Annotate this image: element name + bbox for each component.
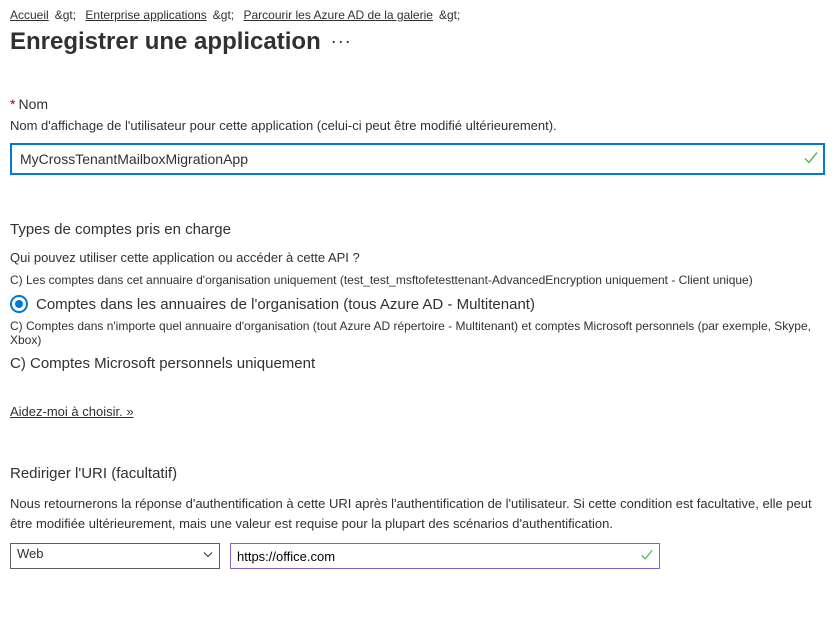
redirect-uri-input[interactable] [230,543,660,569]
redirect-uri-description: Nous retournerons la réponse d'authentif… [10,494,825,533]
breadcrumb-sep: &gt; [439,8,460,22]
name-label: *Nom [10,96,825,112]
page-title: Enregistrer une application [10,28,321,56]
account-types-question: Qui pouvez utiliser cette application ou… [10,250,825,265]
breadcrumb: Accueil&gt; Enterprise applications&gt; … [10,8,825,22]
name-description: Nom d'affichage de l'utilisateur pour ce… [10,118,825,133]
platform-select[interactable]: Web [10,543,220,569]
radio-selected-icon [10,295,28,313]
app-name-input[interactable] [10,143,825,175]
breadcrumb-home[interactable]: Accueil [10,8,49,22]
account-types-section: Types de comptes pris en charge Qui pouv… [10,221,825,419]
account-type-option-label: Comptes dans les annuaires de l'organisa… [36,296,535,313]
help-me-choose-link[interactable]: Aidez-moi à choisir. » [10,404,134,419]
redirect-uri-section: Rediriger l'URI (facultatif) Nous retour… [10,465,825,569]
more-menu-icon[interactable]: ··· [331,31,352,52]
breadcrumb-browse-gallery[interactable]: Parcourir les Azure AD de la galerie [244,8,433,22]
breadcrumb-sep: &gt; [55,8,76,22]
account-type-option-single-tenant[interactable]: C) Les comptes dans cet annuaire d'organ… [10,273,825,287]
breadcrumb-enterprise-apps[interactable]: Enterprise applications [85,8,206,22]
name-label-text: Nom [18,96,48,112]
account-type-option-multitenant[interactable]: Comptes dans les annuaires de l'organisa… [10,295,825,313]
account-types-heading: Types de comptes pris en charge [10,221,825,238]
account-type-option-multitenant-desc: C) Comptes dans n'importe quel annuaire … [10,319,825,347]
required-marker: * [10,96,15,112]
redirect-uri-heading: Rediriger l'URI (facultatif) [10,465,825,482]
account-type-option-personal[interactable]: C) Comptes Microsoft personnels uniqueme… [10,355,825,372]
breadcrumb-sep: &gt; [213,8,234,22]
